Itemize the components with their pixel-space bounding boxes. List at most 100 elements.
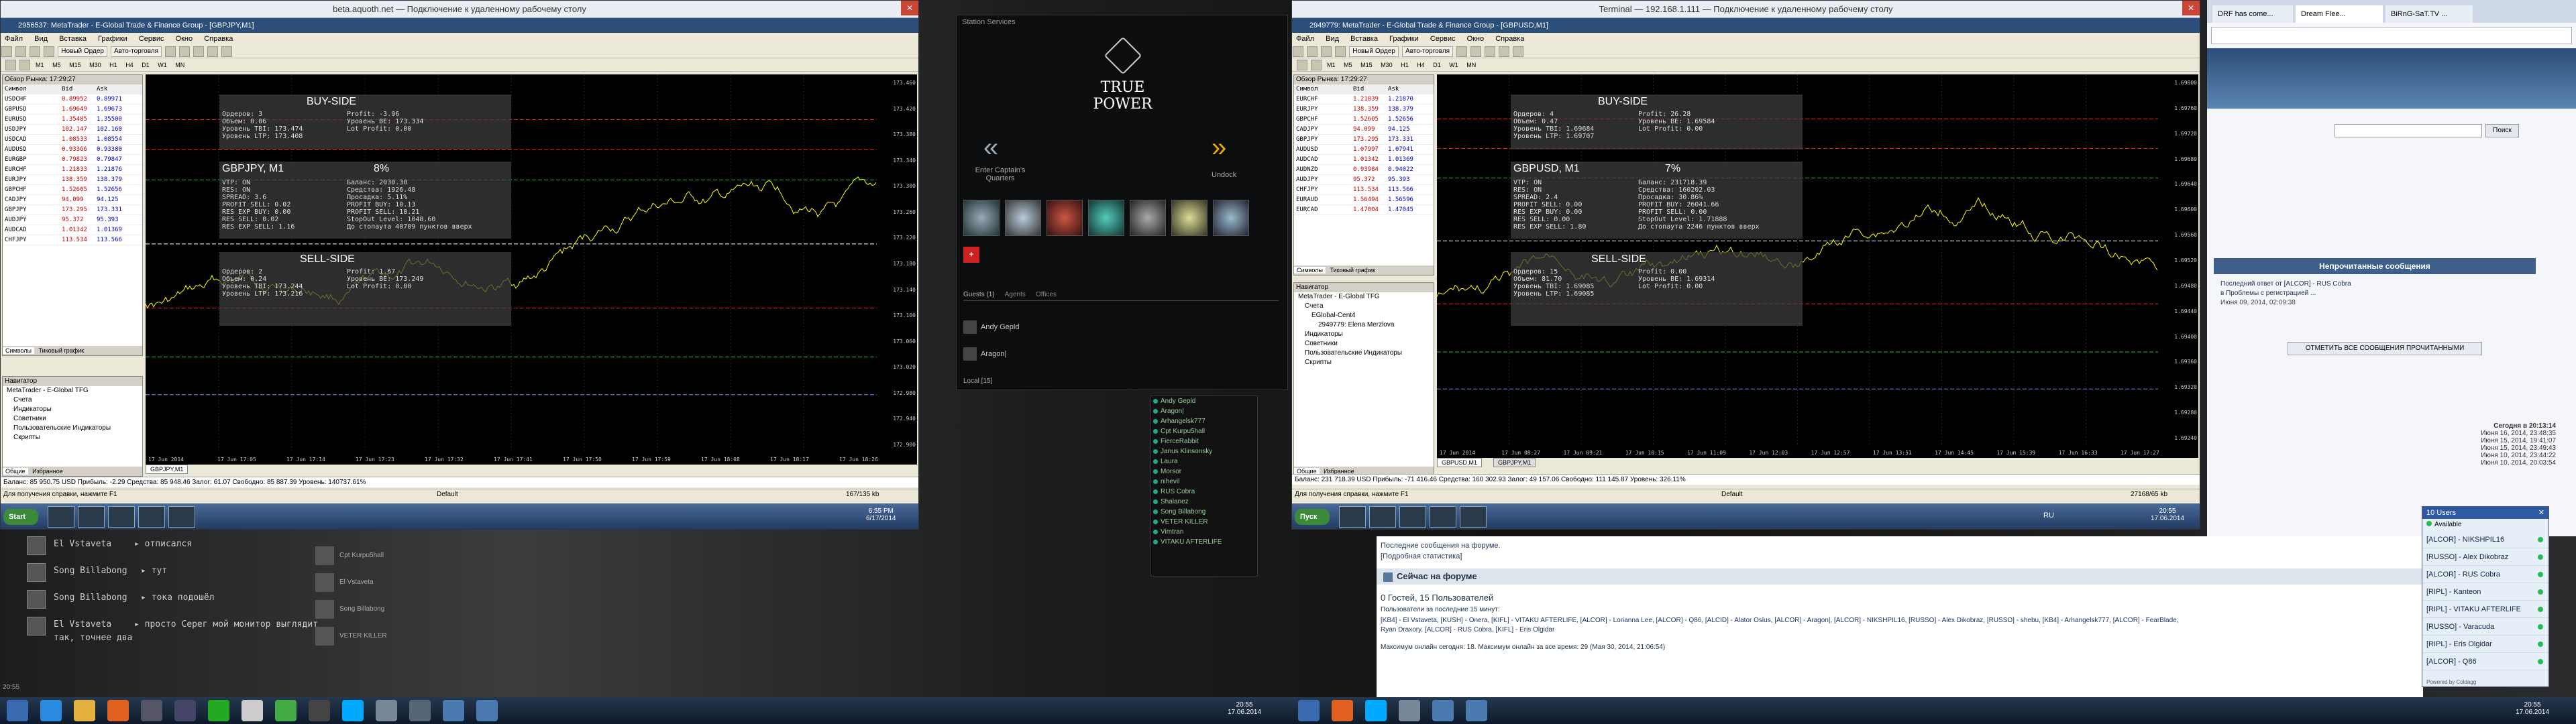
tf-m30[interactable]: M30	[1381, 62, 1393, 68]
local-user[interactable]: FierceRabbit	[1151, 436, 1257, 446]
market-watch-row[interactable]: EURUSD 1.35485 1.35500	[3, 115, 142, 125]
remote-desktop-icon[interactable]	[476, 700, 498, 721]
address-bar[interactable]	[2211, 27, 2572, 44]
local-user[interactable]: VETER KILLER	[1151, 517, 1257, 527]
chart-tab[interactable]: GBPJPY,M1	[146, 465, 189, 474]
menu-window[interactable]: Окно	[1467, 35, 1485, 43]
app-icon[interactable]	[1399, 700, 1420, 721]
nav-item[interactable]: Пользовательские Индикаторы	[1294, 349, 1434, 358]
navigator-icon[interactable]	[44, 46, 55, 57]
nav-item[interactable]: 2949779: Elena Merzlova	[1294, 320, 1434, 330]
market-watch-row[interactable]: EURGBP 0.79823 0.79847	[3, 155, 142, 165]
crosshair-icon[interactable]	[1310, 60, 1322, 70]
profiles-icon[interactable]	[15, 46, 27, 57]
last-posts-link[interactable]: Последние сообщения на форуме.	[1381, 542, 1501, 550]
menu-insert[interactable]: Вставка	[59, 35, 87, 43]
local-user[interactable]: Arhangelsk777	[1151, 416, 1257, 426]
local-user[interactable]: Cpt Kurpu5hall	[1151, 426, 1257, 436]
market-watch-row[interactable]: GBPJPY 173.295 173.331	[3, 205, 142, 215]
mark-read-button[interactable]: ОТМЕТИТЬ ВСЕ СООБЩЕНИЯ ПРОЧИТАННЫМИ	[2288, 342, 2482, 355]
market-watch-row[interactable]: GBPCHF 1.52605 1.52656	[3, 185, 142, 195]
local-user[interactable]: Andy Gepld	[1151, 396, 1257, 406]
market-watch-row[interactable]: GBPJPY 173.295 173.331	[1294, 135, 1434, 145]
market-watch-row[interactable]: AUDJPY 95.372 95.393	[1294, 175, 1434, 185]
close-icon[interactable]: ✕	[901, 1, 918, 15]
taskbar-app-icon[interactable]	[168, 506, 195, 528]
market-watch-row[interactable]: GBPUSD 1.69649 1.69673	[3, 105, 142, 115]
nav-item[interactable]: Советники	[3, 414, 142, 424]
explorer-icon[interactable]	[74, 700, 95, 721]
tf-h1[interactable]: H1	[109, 62, 117, 68]
cursor-icon[interactable]	[1297, 60, 1307, 70]
tf-m15[interactable]: M15	[1360, 62, 1373, 68]
market-watch-row[interactable]: EURJPY 138.359 138.379	[3, 175, 142, 185]
menu-window[interactable]: Окно	[176, 35, 193, 43]
menu-file[interactable]: Файл	[1296, 35, 1314, 43]
menu-insert[interactable]: Вставка	[1350, 35, 1378, 43]
user-row[interactable]: [ALCOR] - NIKSHPIL16	[2422, 531, 2548, 548]
nav-item[interactable]: Скрипты	[3, 433, 142, 442]
app-icon[interactable]	[309, 700, 330, 721]
left-chart[interactable]: BUY-SIDE Ордеров: 3 Объем: 0.06 Уровень TB…	[146, 74, 917, 465]
market-watch-row[interactable]: AUDJPY 95.372 95.393	[3, 215, 142, 225]
search-input[interactable]	[2334, 124, 2482, 137]
stats-link[interactable]: [Подробная статистика]	[1381, 552, 1462, 560]
left-rd-titlebar[interactable]: beta.aquoth.net — Подключение к удаленно…	[1, 1, 918, 18]
service-icon[interactable]	[1130, 200, 1166, 236]
browser-tab-active[interactable]: Dream Flee...	[2296, 5, 2383, 23]
taskbar-app-icon[interactable]	[48, 506, 74, 528]
chevron-right-icon[interactable]: »	[1212, 133, 1226, 163]
user-row[interactable]: [ALCOR] - Q86	[2422, 653, 2548, 670]
bar-chart-icon[interactable]	[1456, 46, 1468, 57]
local-user[interactable]: Song Billabong	[1151, 507, 1257, 517]
portrait-row[interactable]: Cpt Kurpu5hall	[315, 546, 429, 566]
market-watch-row[interactable]: EURCHF 1.21833 1.21876	[3, 165, 142, 175]
tab-tick-chart[interactable]: Тиковый график	[1327, 267, 1378, 274]
taskbar-app-icon[interactable]	[1399, 506, 1426, 528]
new-order-button[interactable]: Новый Ордер	[58, 46, 107, 57]
line-chart-icon[interactable]	[193, 46, 205, 57]
service-icon[interactable]	[1005, 200, 1041, 236]
cursor-icon[interactable]	[5, 60, 16, 70]
market-watch-row[interactable]: USDCHF 0.89952 0.89971	[3, 95, 142, 105]
app-icon[interactable]	[409, 700, 431, 721]
taskbar-app-icon[interactable]	[1460, 506, 1487, 528]
right-mt-titlebar[interactable]: 2949779: MetaTrader - E-Global Trade & F…	[1292, 18, 2200, 33]
tab-offices[interactable]: Offices	[1036, 291, 1057, 298]
market-watch-row[interactable]: CADJPY 94.099 94.125	[1294, 125, 1434, 135]
autotrade-button[interactable]: Авто-торговля	[111, 46, 162, 57]
market-watch-row[interactable]: AUDCAD 1.01342 1.01369	[3, 225, 142, 235]
search-button[interactable]: Поиск	[2485, 124, 2519, 137]
nav-item[interactable]: Индикаторы	[3, 405, 142, 414]
autotrade-button[interactable]: Авто-торговля	[1402, 46, 1454, 57]
portrait-row[interactable]: El Vstaveta	[315, 573, 429, 593]
guest-row[interactable]: Aragon|	[963, 347, 1006, 361]
user-row[interactable]: [RIPL] - VITAKU AFTERLIFE	[2422, 601, 2548, 618]
last-reply-topic[interactable]: в Проблемы с регистрацией ...	[2220, 290, 2316, 297]
remote-desktop-icon[interactable]	[443, 700, 464, 721]
windows-start-icon[interactable]	[1298, 700, 1320, 721]
start-button[interactable]: Start	[3, 509, 38, 525]
user-row[interactable]: [RIPL] - Kanteon	[2422, 583, 2548, 601]
chart-tab[interactable]: GBPJPY,M1	[1493, 458, 1536, 467]
tf-d1[interactable]: D1	[142, 62, 150, 68]
nav-item[interactable]: MetaTrader - E-Global TFG	[1294, 292, 1434, 302]
skype-icon[interactable]	[1365, 700, 1387, 721]
candle-chart-icon[interactable]	[1470, 46, 1482, 57]
browser-tab[interactable]: BiRnG-SaT.TV ...	[2385, 5, 2473, 23]
tf-m5[interactable]: M5	[1344, 62, 1352, 68]
last-reply[interactable]: Последний ответ от [ALCOR] - RUS Cobra	[2220, 280, 2351, 288]
market-watch-icon[interactable]	[30, 46, 41, 57]
profiles-icon[interactable]	[1307, 46, 1318, 57]
tab-symbols[interactable]: Символы	[3, 347, 34, 354]
tf-mn[interactable]: MN	[175, 62, 184, 68]
user-row[interactable]: [ALCOR] - RUS Cobra	[2422, 566, 2548, 583]
menu-file[interactable]: Файл	[5, 35, 23, 43]
market-watch-row[interactable]: CADJPY 94.099 94.125	[3, 195, 142, 205]
firefox-icon[interactable]	[1332, 700, 1353, 721]
tab-tick-chart[interactable]: Тиковый график	[36, 347, 87, 354]
bar-chart-icon[interactable]	[165, 46, 176, 57]
nav-item[interactable]: Индикаторы	[1294, 330, 1434, 339]
taskbar-app-icon[interactable]	[108, 506, 135, 528]
local-user[interactable]: Shalanez	[1151, 497, 1257, 507]
